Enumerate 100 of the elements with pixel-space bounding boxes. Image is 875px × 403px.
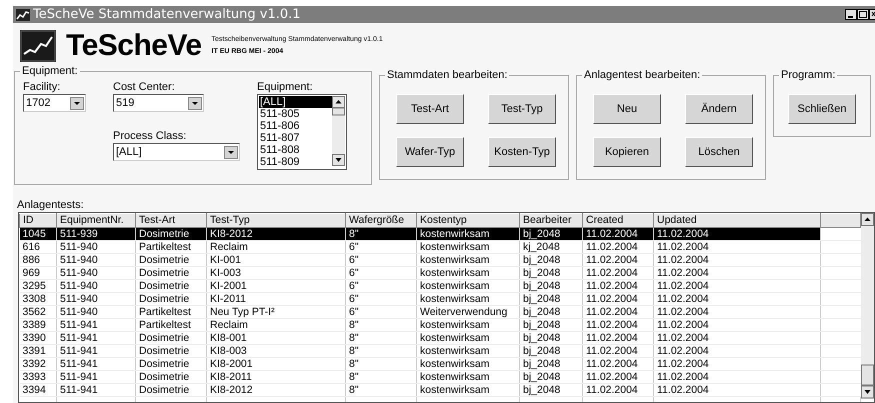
table-cell: 3394 — [20, 384, 56, 396]
table-cell: Partikeltest — [136, 240, 206, 254]
dropdown[interactable]: 519 — [113, 94, 204, 112]
list-item[interactable]: 511-806 — [259, 120, 332, 132]
table-cell: 11.02.2004 — [654, 358, 820, 370]
table-cell: 511-939 — [56, 228, 136, 240]
table-cell: 6" — [346, 240, 416, 254]
table-cell: 511-941 — [56, 370, 136, 384]
table-cell: KI8-001 — [206, 332, 346, 344]
button[interactable]: Ändern — [685, 94, 753, 124]
column-header[interactable]: EquipmentNr. — [56, 214, 136, 228]
app-icon — [16, 8, 30, 20]
table-cell: KI8-2011 — [206, 370, 346, 384]
table-cell: 6" — [346, 306, 416, 318]
logo-icon — [20, 30, 56, 62]
table-cell: KI8-003 — [206, 344, 346, 358]
table-cell: 11.02.2004 — [654, 228, 820, 240]
table-cell: 3295 — [20, 280, 56, 292]
table-cell: kostenwirksam — [416, 280, 520, 292]
column-header[interactable]: Bearbeiter — [520, 214, 582, 228]
table-cell: 3308 — [20, 292, 56, 306]
column-header[interactable]: Created — [582, 214, 654, 228]
table-cell: Dosimetrie — [136, 384, 206, 396]
column-header[interactable]: Updated — [654, 214, 820, 228]
table-cell: Dosimetrie — [136, 228, 206, 240]
list-item[interactable]: 511-805 — [259, 108, 332, 120]
table-cell: Neu Typ PT-I² — [206, 306, 346, 318]
table-cell: KI-2011 — [206, 292, 346, 306]
button[interactable]: Schließen — [788, 94, 856, 124]
table-cell: 11.02.2004 — [582, 370, 654, 384]
table-cell: 11.02.2004 — [582, 318, 654, 332]
table-cell: 511-941 — [56, 318, 136, 332]
scrollbar[interactable] — [861, 213, 874, 399]
table-cell: 11.02.2004 — [582, 344, 654, 358]
column-header[interactable]: Test-Typ — [206, 214, 346, 228]
table-cell: 969 — [20, 266, 56, 280]
table-cell: 11.02.2004 — [654, 344, 820, 358]
button[interactable]: Wafer-Typ — [396, 137, 464, 167]
table-cell: Dosimetrie — [136, 370, 206, 384]
table-cell: 8" — [346, 370, 416, 384]
table-cell: KI8-2012 — [206, 384, 346, 396]
dropdown[interactable]: 1702 — [23, 94, 86, 112]
table-cell: 11.02.2004 — [582, 266, 654, 280]
list-item[interactable]: 511-809 — [259, 156, 332, 168]
table-cell: 11.02.2004 — [582, 332, 654, 344]
table-cell: 6" — [346, 292, 416, 306]
minimize-icon[interactable] — [845, 9, 857, 20]
list-item[interactable]: 511-808 — [259, 144, 332, 156]
table-cell: Partikeltest — [136, 306, 206, 318]
table-cell: bj_2048 — [520, 318, 582, 332]
table-cell: Dosimetrie — [136, 358, 206, 370]
table-cell: Weiterverwendung — [416, 306, 520, 318]
table-cell: 3393 — [20, 370, 56, 384]
button[interactable]: Neu — [593, 94, 661, 124]
table-cell: 11.02.2004 — [654, 370, 820, 384]
button[interactable]: Test-Art — [396, 94, 464, 124]
field-label: Facility: — [23, 80, 62, 94]
table-cell: 511-940 — [56, 292, 136, 306]
table-cell: 1045 — [20, 228, 56, 240]
table-cell: KI8-2012 — [206, 228, 346, 240]
column-header[interactable]: Kostentyp — [416, 214, 520, 228]
dropdown[interactable]: [ALL] — [113, 143, 240, 161]
group-title: Anlagentest bearbeiten: — [582, 69, 702, 82]
column-header[interactable]: Wafergröße — [346, 214, 416, 228]
column-header[interactable]: Test-Art — [136, 214, 206, 228]
table-cell: KI8-2001 — [206, 358, 346, 370]
button[interactable]: Test-Typ — [488, 94, 556, 124]
column-header[interactable]: ID — [20, 214, 56, 228]
table-cell: bj_2048 — [520, 306, 582, 318]
table-cell: 8" — [346, 332, 416, 344]
table-cell: bj_2048 — [520, 292, 582, 306]
button[interactable]: Löschen — [685, 137, 753, 167]
table-cell: KI-2001 — [206, 280, 346, 292]
list-item[interactable]: 511-807 — [259, 132, 332, 144]
table-cell: 3391 — [20, 344, 56, 358]
table-cell: kj_2048 — [520, 240, 582, 254]
table-cell: 6" — [346, 254, 416, 266]
table-cell: 511-940 — [56, 254, 136, 266]
button[interactable]: Kosten-Typ — [488, 137, 556, 167]
close-icon[interactable] — [869, 9, 875, 20]
group-title: Equipment: — [20, 65, 80, 78]
table-cell: bj_2048 — [520, 384, 582, 396]
table-cell: 11.02.2004 — [654, 280, 820, 292]
button[interactable]: Kopieren — [593, 137, 661, 167]
table-cell: 11.02.2004 — [582, 358, 654, 370]
table-cell: 511-941 — [56, 344, 136, 358]
table-cell: 6" — [346, 280, 416, 292]
list-item[interactable]: [ALL] — [259, 96, 332, 108]
table-cell: Dosimetrie — [136, 332, 206, 344]
table-cell: 511-940 — [56, 240, 136, 254]
table-cell: 511-941 — [56, 332, 136, 344]
table-cell: bj_2048 — [520, 370, 582, 384]
table-cell: KI-003 — [206, 266, 346, 280]
field-label: Cost Center: — [113, 80, 176, 94]
table-cell: Reclaim — [206, 318, 346, 332]
table-cell: Dosimetrie — [136, 254, 206, 266]
table-cell: kostenwirksam — [416, 358, 520, 370]
scrollbar[interactable] — [332, 96, 345, 166]
table-cell: 11.02.2004 — [654, 318, 820, 332]
table-cell: kostenwirksam — [416, 254, 520, 266]
